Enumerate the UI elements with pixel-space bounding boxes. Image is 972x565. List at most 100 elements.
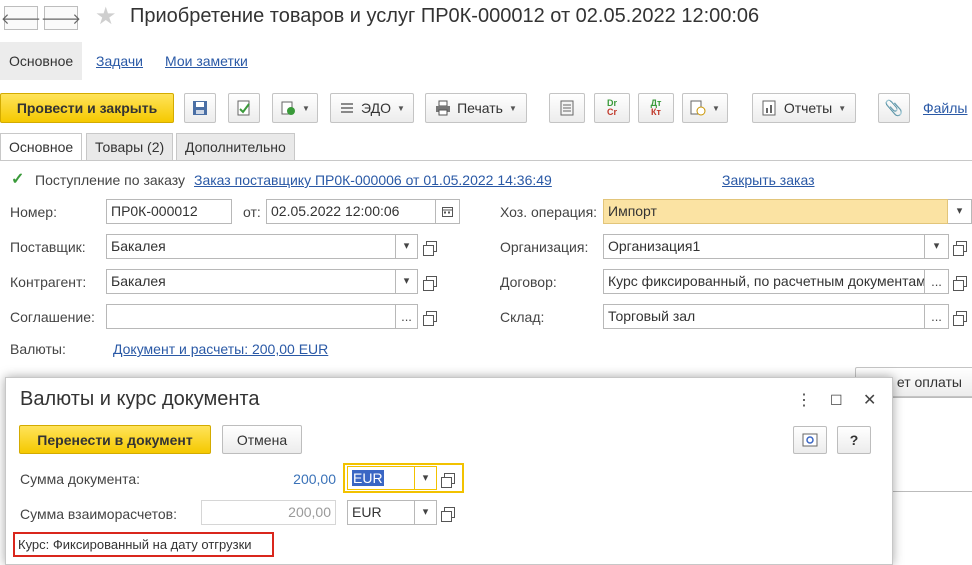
maximize-icon[interactable]: ☐ <box>830 392 843 409</box>
operation-select[interactable]: Импорт <box>603 199 948 224</box>
settings-button[interactable] <box>793 426 827 454</box>
open-window-icon <box>422 276 437 291</box>
reports-label: Отчеты <box>783 100 833 116</box>
subtab-goods[interactable]: Товары (2) <box>86 133 174 160</box>
warehouse-input[interactable]: Торговый зал <box>603 304 925 329</box>
operation-dropdown-button[interactable]: ▾ <box>948 199 972 224</box>
organization-label: Организация: <box>500 239 589 255</box>
number-label: Номер: <box>10 204 57 220</box>
warehouse-label: Склад: <box>500 309 545 325</box>
settlement-currency-input[interactable]: EUR <box>347 500 415 525</box>
chevron-down-icon: ▾ <box>933 240 940 252</box>
calendar-button[interactable] <box>436 199 460 224</box>
print-button[interactable]: Печать ▼ <box>425 93 527 123</box>
open-window-icon <box>440 472 455 488</box>
counterparty-label: Контрагент: <box>10 274 87 290</box>
transfer-to-document-button[interactable]: Перенести в документ <box>19 425 211 454</box>
window-title: Приобретение товаров и услуг ПР0К-000012… <box>130 5 760 27</box>
agreement-label: Соглашение: <box>10 309 95 325</box>
close-order-link[interactable]: Закрыть заказ <box>722 172 815 188</box>
chevron-down-icon: ▾ <box>956 205 963 217</box>
counterparty-open-button[interactable] <box>420 269 442 294</box>
paperclip-icon: 📎 <box>884 100 904 117</box>
nav-tab-notes[interactable]: Мои заметки <box>165 42 248 80</box>
organization-open-button[interactable] <box>950 234 972 259</box>
warehouse-choose-button[interactable]: ... <box>925 304 949 329</box>
settings-icon <box>802 433 818 447</box>
files-link[interactable]: Файлы <box>923 100 967 116</box>
settlement-currency-dropdown-button[interactable]: ▾ <box>415 500 437 525</box>
chevron-down-icon: ▾ <box>403 275 410 287</box>
more-icon[interactable]: ⋮ <box>796 390 812 410</box>
attach-button[interactable]: 📎 <box>878 93 910 123</box>
post-document-icon <box>237 100 250 116</box>
settlement-sum-input: 200,00 <box>201 500 336 525</box>
back-button[interactable]: 🡐 <box>0 6 42 30</box>
settlement-currency-open-button[interactable] <box>438 500 460 525</box>
create-based-on-button[interactable]: ▼ <box>272 93 318 123</box>
date-input[interactable]: 02.05.2022 12:00:06 <box>266 199 436 224</box>
doc-sum-label: Сумма документа: <box>20 471 141 487</box>
edo-icon <box>341 103 354 113</box>
agreement-choose-button[interactable]: ... <box>396 304 418 329</box>
nav-tab-main[interactable]: Основное <box>0 42 83 80</box>
agreement-input[interactable] <box>106 304 396 329</box>
counterparty-input[interactable]: Бакалея <box>106 269 396 294</box>
chevron-down-icon: ▼ <box>508 103 517 113</box>
rate-text: Курс: Фиксированный на дату отгрузки <box>18 537 252 552</box>
close-icon[interactable]: ✕ <box>863 390 876 410</box>
number-input[interactable]: ПР0К-000012 <box>106 199 232 224</box>
contract-choose-button[interactable]: ... <box>925 269 949 294</box>
cancel-button[interactable]: Отмена <box>222 425 302 454</box>
doc-sum-value[interactable]: 200,00 <box>236 471 336 487</box>
supplier-input[interactable]: Бакалея <box>106 234 396 259</box>
edo-button[interactable]: ЭДО ▼ <box>330 93 414 123</box>
background-panel-border <box>893 397 972 492</box>
date-label: от: <box>243 204 261 220</box>
currencies-link[interactable]: Документ и расчеты: 200,00 EUR <box>113 341 328 357</box>
doc-currency-input[interactable]: EUR <box>347 466 415 490</box>
supplier-open-button[interactable] <box>420 234 442 259</box>
history-button[interactable]: ▼ <box>682 93 728 123</box>
checkmark-icon: ✓ <box>11 171 25 188</box>
create-based-icon <box>281 101 296 115</box>
by-order-checkbox[interactable]: ✓ <box>11 172 27 188</box>
tab-divider <box>0 160 972 161</box>
save-button[interactable] <box>184 93 216 123</box>
nav-tab-tasks[interactable]: Задачи <box>96 42 143 80</box>
post-button[interactable] <box>228 93 260 123</box>
supplier-label: Поставщик: <box>10 239 86 255</box>
subtab-main[interactable]: Основное <box>0 133 83 161</box>
organization-dropdown-button[interactable]: ▾ <box>925 234 949 259</box>
subtab-additional[interactable]: Дополнительно <box>176 133 295 160</box>
forward-button[interactable]: 🡒 <box>41 6 81 30</box>
doc-currency-open-button[interactable] <box>438 466 460 490</box>
currencies-label: Валюты: <box>10 341 66 357</box>
by-order-label: Поступление по заказу <box>35 172 185 188</box>
chevron-down-icon: ▼ <box>838 103 847 113</box>
counterparty-dropdown-button[interactable]: ▾ <box>396 269 418 294</box>
help-button[interactable]: ? <box>837 426 871 454</box>
document-journal-button[interactable] <box>549 93 585 123</box>
dt-kt-button[interactable]: Дт Кт <box>638 93 674 123</box>
post-and-close-button[interactable]: Провести и закрыть <box>0 93 174 123</box>
organization-input[interactable]: Организация1 <box>603 234 925 259</box>
supplier-dropdown-button[interactable]: ▾ <box>396 234 418 259</box>
contract-label: Договор: <box>500 274 557 290</box>
open-window-icon <box>422 311 437 326</box>
kt-label: Кт <box>651 107 661 117</box>
dr-cr-button[interactable]: Dr Cr <box>594 93 630 123</box>
agreement-open-button[interactable] <box>420 304 442 329</box>
printer-icon <box>436 100 451 116</box>
contract-open-button[interactable] <box>950 269 972 294</box>
doc-currency-dropdown-button[interactable]: ▾ <box>415 466 437 490</box>
reports-button[interactable]: Отчеты ▼ <box>752 93 856 123</box>
star-icon[interactable]: ★ <box>95 2 117 31</box>
order-link[interactable]: Заказ поставщику ПР0К-000006 от 01.05.20… <box>194 172 552 188</box>
arrow-left-icon: 🡐 <box>0 10 42 28</box>
warehouse-open-button[interactable] <box>950 304 972 329</box>
open-window-icon <box>440 507 455 522</box>
chevron-down-icon: ▾ <box>422 472 429 484</box>
edo-label: ЭДО <box>361 100 392 116</box>
contract-input[interactable]: Курс фиксированный, по расчетным докумен… <box>603 269 925 294</box>
